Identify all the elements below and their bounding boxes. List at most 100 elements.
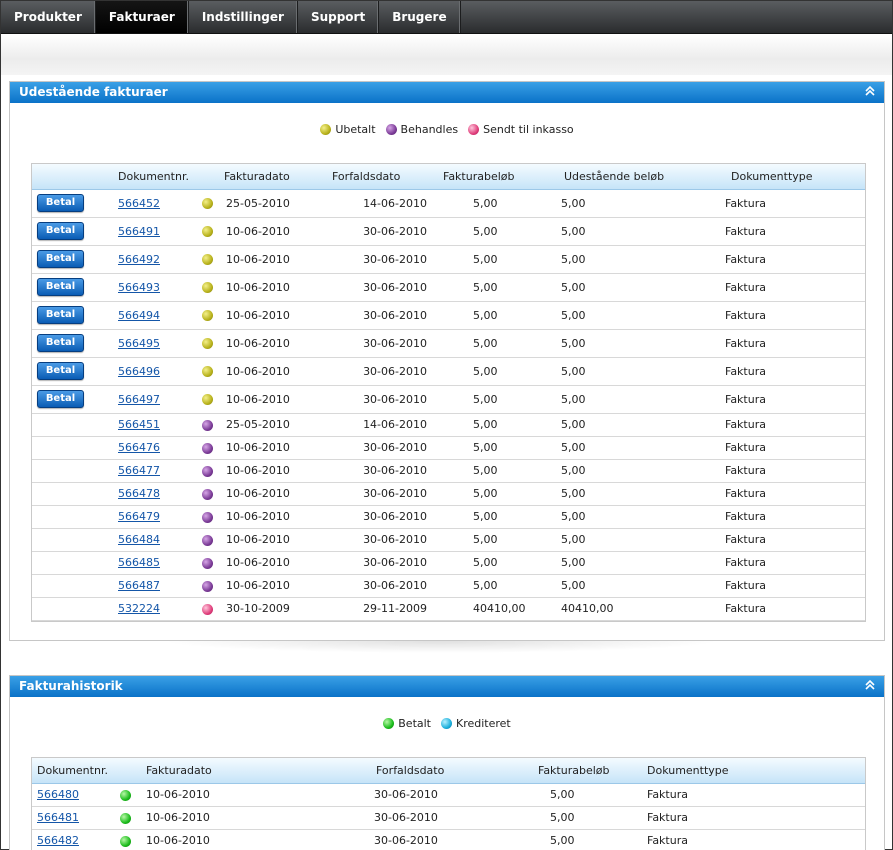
nav-item-1[interactable]: Fakturaer — [95, 1, 189, 33]
outstanding-amount: 5,00 — [554, 245, 725, 274]
document-type: Faktura — [725, 217, 865, 246]
table-row: 566476 10-06-2010 30-06-2010 5,00 5,00 Faktur… — [32, 436, 865, 460]
pay-cell: Betal — [32, 245, 112, 274]
document-link[interactable]: 566487 — [118, 579, 160, 592]
document-type: Faktura — [641, 783, 865, 807]
due-date: 30-06-2010 — [370, 829, 532, 850]
status-cell — [190, 245, 218, 274]
status-dot-icon — [120, 835, 131, 847]
document-link[interactable]: 566477 — [118, 464, 160, 477]
document-link[interactable]: 566485 — [118, 556, 160, 569]
invoice-date: 10-06-2010 — [218, 217, 326, 246]
invoice-date: 10-06-2010 — [218, 245, 326, 274]
betal-button[interactable]: Betal — [37, 306, 84, 324]
invoice-date: 25-05-2010 — [218, 413, 326, 437]
document-link[interactable]: 566493 — [118, 281, 160, 294]
pay-cell — [32, 597, 112, 621]
pay-cell: Betal — [32, 217, 112, 246]
invoice-amount: 5,00 — [437, 385, 554, 414]
document-type: Faktura — [641, 829, 865, 850]
doc-cell: 566479 — [112, 505, 190, 529]
outstanding-amount: 5,00 — [554, 551, 725, 575]
betal-button[interactable]: Betal — [37, 362, 84, 380]
history-table-wrap: Dokumentnr. Fakturadato Forfaldsdato Faktur… — [31, 757, 866, 850]
status-dot-icon — [202, 580, 213, 592]
pay-cell — [32, 482, 112, 506]
document-link[interactable]: 566482 — [37, 834, 79, 847]
invoice-date: 10-06-2010 — [140, 829, 370, 850]
due-date: 30-06-2010 — [326, 245, 437, 274]
betal-button[interactable]: Betal — [37, 222, 84, 240]
invoice-date: 25-05-2010 — [218, 189, 326, 218]
invoice-amount: 5,00 — [437, 528, 554, 552]
betal-button[interactable]: Betal — [37, 194, 84, 212]
nav-item-4[interactable]: Brugere — [379, 1, 461, 33]
outstanding-amount: 5,00 — [554, 505, 725, 529]
table-row: 566479 10-06-2010 30-06-2010 5,00 5,00 Faktur… — [32, 505, 865, 529]
doc-cell: 566487 — [112, 574, 190, 598]
document-link[interactable]: 566491 — [118, 225, 160, 238]
document-link[interactable]: 566451 — [118, 418, 160, 431]
due-date: 30-06-2010 — [326, 385, 437, 414]
status-dot-icon — [202, 488, 213, 500]
history-panel-title: Fakturahistorik — [19, 679, 123, 693]
pay-cell — [32, 574, 112, 598]
doc-cell: 566482 — [32, 829, 114, 850]
invoice-amount: 5,00 — [437, 273, 554, 302]
column-header: Dokumentnr. — [112, 164, 190, 190]
history-panel-header: Fakturahistorik — [10, 676, 884, 697]
betal-button[interactable]: Betal — [37, 334, 84, 352]
status-dot-icon — [120, 812, 131, 824]
pay-cell: Betal — [32, 273, 112, 302]
document-link[interactable]: 566497 — [118, 393, 160, 406]
panel-shadow — [161, 641, 721, 653]
document-type: Faktura — [725, 574, 865, 598]
document-link[interactable]: 566476 — [118, 441, 160, 454]
invoice-date: 10-06-2010 — [218, 436, 326, 460]
invoice-amount: 5,00 — [437, 551, 554, 575]
table-row: Betal 566496 10-06-2010 30-06-2010 5,00 5,00 F… — [32, 357, 865, 386]
history-table: Dokumentnr. Fakturadato Forfaldsdato Faktur… — [32, 758, 865, 850]
double-chevron-up-icon[interactable] — [864, 84, 876, 98]
document-link[interactable]: 566479 — [118, 510, 160, 523]
doc-cell: 566481 — [32, 806, 114, 830]
column-header — [32, 164, 112, 190]
document-link[interactable]: 566484 — [118, 533, 160, 546]
status-cell — [190, 574, 218, 598]
pay-cell — [32, 551, 112, 575]
document-link[interactable]: 566481 — [37, 811, 79, 824]
status-cell — [190, 217, 218, 246]
betal-button[interactable]: Betal — [37, 278, 84, 296]
double-chevron-up-icon[interactable] — [864, 678, 876, 692]
column-header: Fakturadato — [140, 758, 370, 784]
nav-item-2[interactable]: Indstillinger — [189, 1, 298, 33]
legend-item: Sendt til inkasso — [468, 123, 574, 136]
history-table-header: Dokumentnr. Fakturadato Forfaldsdato Faktur… — [32, 758, 865, 784]
invoice-amount: 5,00 — [437, 413, 554, 437]
document-link[interactable]: 566478 — [118, 487, 160, 500]
status-dot-icon — [320, 124, 332, 135]
nav-item-3[interactable]: Support — [298, 1, 380, 33]
status-dot-icon — [441, 718, 452, 729]
column-header: Udestående beløb — [554, 164, 725, 190]
document-link[interactable]: 566492 — [118, 253, 160, 266]
outstanding-amount: 5,00 — [554, 574, 725, 598]
betal-button[interactable]: Betal — [37, 390, 84, 408]
document-link[interactable]: 566452 — [118, 197, 160, 210]
document-link[interactable]: 566480 — [37, 788, 79, 801]
outstanding-panel-header: Udestående fakturaer — [10, 82, 884, 103]
outstanding-panel-title: Udestående fakturaer — [19, 85, 168, 99]
document-link[interactable]: 566495 — [118, 337, 160, 350]
invoice-amount: 5,00 — [437, 505, 554, 529]
table-row: Betal 566491 10-06-2010 30-06-2010 5,00 5,00 F… — [32, 217, 865, 246]
nav-item-0[interactable]: Produkter — [1, 1, 96, 33]
betal-button[interactable]: Betal — [37, 250, 84, 268]
document-link[interactable]: 532224 — [118, 602, 160, 615]
status-cell — [190, 385, 218, 414]
document-link[interactable]: 566496 — [118, 365, 160, 378]
outstanding-legend: Ubetalt Behandles Sendt til inkasso — [10, 123, 884, 136]
due-date: 30-06-2010 — [326, 505, 437, 529]
due-date: 30-06-2010 — [370, 806, 532, 830]
document-link[interactable]: 566494 — [118, 309, 160, 322]
pay-cell: Betal — [32, 385, 112, 414]
